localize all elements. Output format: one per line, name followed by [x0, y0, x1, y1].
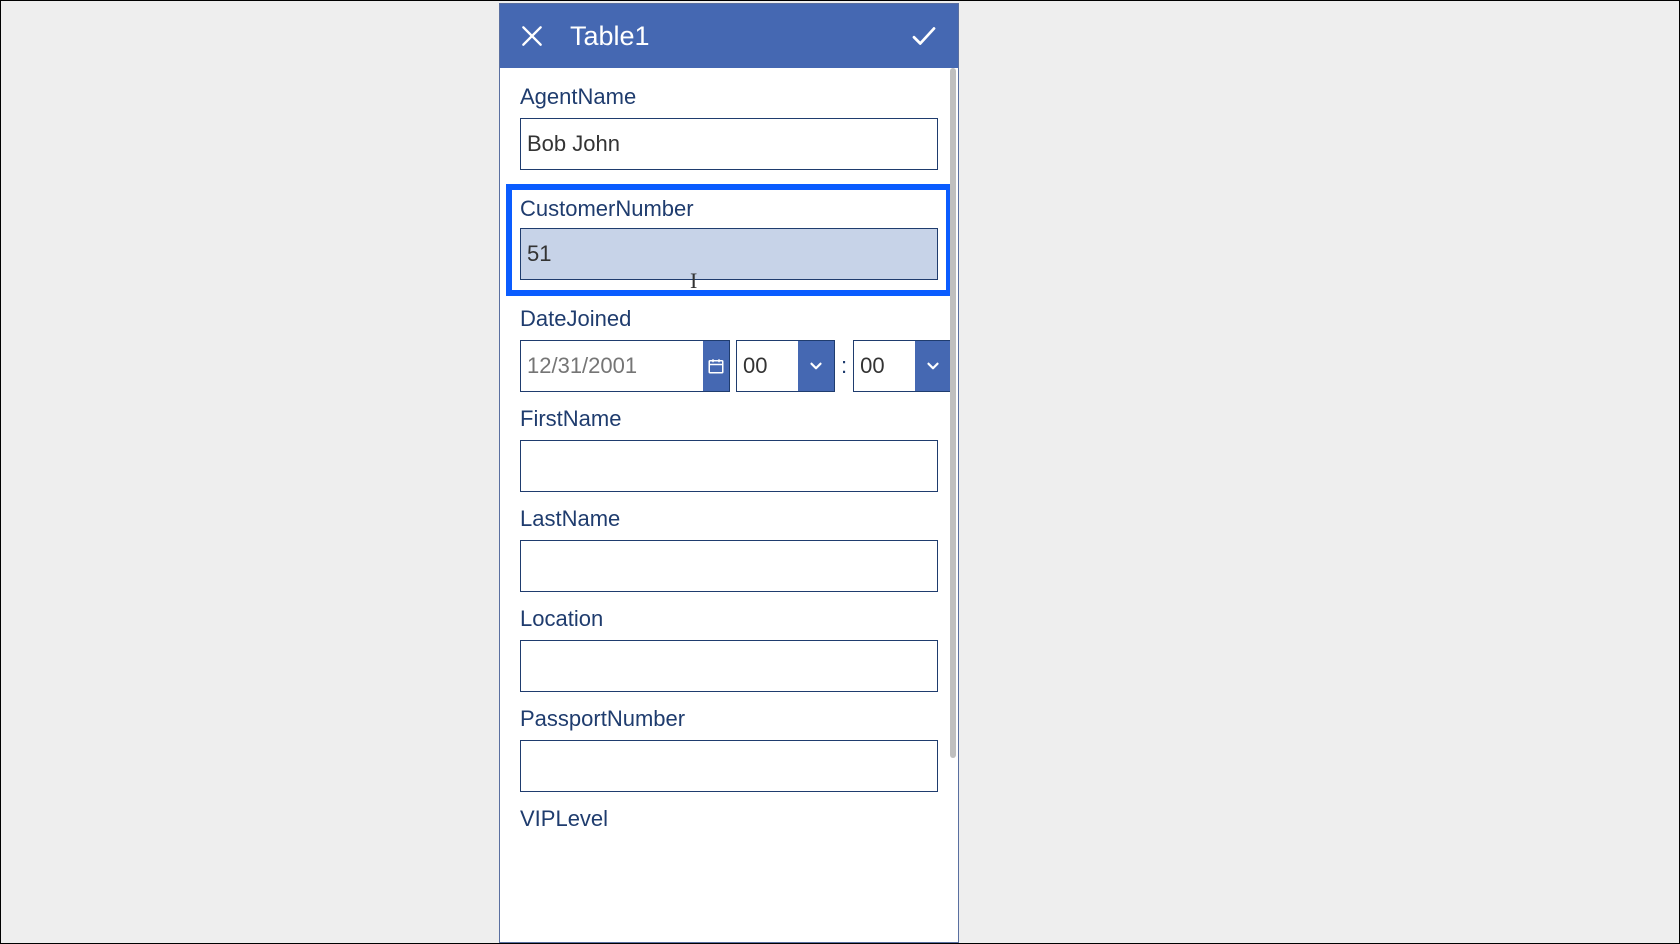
field-location: Location — [520, 606, 938, 692]
input-location[interactable] — [520, 640, 938, 692]
field-viplevel: VIPLevel — [520, 806, 938, 832]
label-firstname: FirstName — [520, 406, 938, 432]
field-datejoined: DateJoined — [520, 306, 938, 392]
field-customernumber-highlight: CustomerNumber I — [506, 184, 952, 296]
calendar-icon — [707, 357, 725, 375]
form-body: AgentName CustomerNumber I DateJoined — [500, 68, 958, 832]
input-customernumber[interactable] — [520, 228, 938, 280]
minute-value: 00 — [854, 341, 915, 391]
label-datejoined: DateJoined — [520, 306, 938, 332]
label-passportnumber: PassportNumber — [520, 706, 938, 732]
form-panel: Table1 AgentName CustomerNumber I — [499, 3, 959, 943]
input-agentname[interactable] — [520, 118, 938, 170]
page-title: Table1 — [570, 21, 650, 52]
input-lastname[interactable] — [520, 540, 938, 592]
hour-dropdown-button[interactable] — [798, 341, 834, 391]
chevron-down-icon — [924, 357, 942, 375]
label-customernumber: CustomerNumber — [520, 196, 938, 222]
input-passportnumber[interactable] — [520, 740, 938, 792]
header-bar: Table1 — [500, 4, 958, 68]
label-agentname: AgentName — [520, 84, 938, 110]
header-left: Table1 — [516, 20, 650, 52]
date-input-wrap — [520, 340, 730, 392]
minute-dropdown-button[interactable] — [915, 341, 951, 391]
minute-select[interactable]: 00 — [853, 340, 952, 392]
scrollbar-thumb[interactable] — [950, 68, 956, 758]
input-firstname[interactable] — [520, 440, 938, 492]
hour-select[interactable]: 00 — [736, 340, 835, 392]
close-icon — [519, 23, 545, 49]
input-date[interactable] — [521, 341, 703, 391]
check-icon — [909, 21, 939, 51]
label-viplevel: VIPLevel — [520, 806, 938, 832]
datetime-row: 00 : 00 — [520, 340, 938, 392]
close-button[interactable] — [516, 20, 548, 52]
field-passportnumber: PassportNumber — [520, 706, 938, 792]
confirm-button[interactable] — [908, 20, 940, 52]
date-picker-button[interactable] — [703, 341, 729, 391]
chevron-down-icon — [807, 357, 825, 375]
time-separator: : — [841, 353, 847, 379]
field-firstname: FirstName — [520, 406, 938, 492]
form-scroll-area: AgentName CustomerNumber I DateJoined — [500, 68, 958, 942]
app-background: Table1 AgentName CustomerNumber I — [0, 0, 1680, 944]
label-location: Location — [520, 606, 938, 632]
hour-value: 00 — [737, 341, 798, 391]
field-agentname: AgentName — [520, 84, 938, 170]
vertical-scrollbar[interactable] — [948, 68, 958, 768]
label-lastname: LastName — [520, 506, 938, 532]
field-lastname: LastName — [520, 506, 938, 592]
